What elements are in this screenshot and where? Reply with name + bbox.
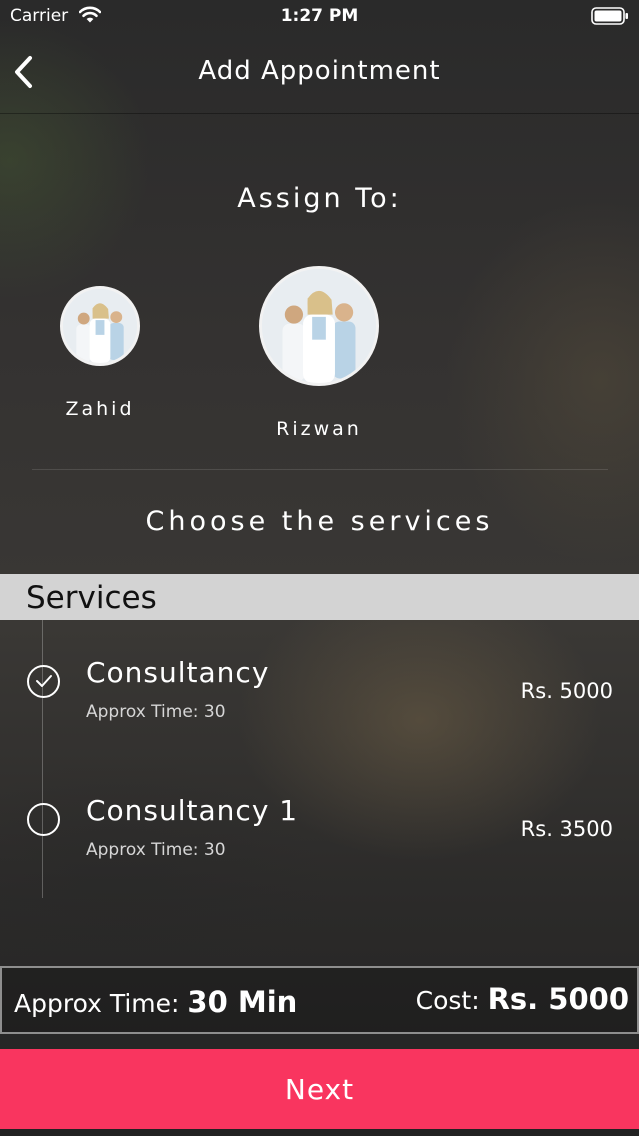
service-time: Approx Time: 30 [86,840,226,860]
service-name: Consultancy [86,656,270,689]
page-title: Add Appointment [198,56,441,86]
cost-summary: Cost: Rs. 5000 [416,982,629,1016]
staff-name: Zahid [65,398,135,420]
empty-circle-icon[interactable] [27,803,60,836]
divider [32,469,608,470]
approx-time-label: Approx Time: [14,989,180,1018]
service-item-consultancy[interactable]: Consultancy Approx Time: 30 Rs. 5000 [0,650,639,760]
service-price: Rs. 5000 [520,679,613,703]
avatar [259,266,379,386]
approx-time-value: 30 Min [187,985,298,1019]
service-item-consultancy-1[interactable]: Consultancy 1 Approx Time: 30 Rs. 3500 [0,788,639,898]
services-header-label: Services [26,580,157,616]
summary-bar: Approx Time: 30 Min Cost: Rs. 5000 [0,966,639,1034]
service-time: Approx Time: 30 [86,702,226,722]
status-bar: Carrier 1:27 PM [0,0,639,34]
status-time: 1:27 PM [280,6,359,26]
choose-services-heading: Choose the services [145,506,494,537]
avatar [60,286,140,366]
cost-label: Cost: [415,986,480,1015]
service-price: Rs. 3500 [520,817,613,841]
nav-bar: Add Appointment [0,34,639,114]
assign-heading: Assign To: [237,183,402,214]
check-circle-icon[interactable] [27,665,60,698]
approx-time-summary: Approx Time: 30 Min [14,985,297,1019]
service-name: Consultancy 1 [86,794,299,827]
next-button-label: Next [284,1072,355,1106]
bottom-strip [0,1129,639,1136]
staff-name: Rizwan [276,418,362,440]
next-button[interactable]: Next [0,1049,639,1129]
staff-option-zahid[interactable]: Zahid [30,286,170,420]
staff-option-rizwan[interactable]: Rizwan [248,266,390,440]
cost-value: Rs. 5000 [487,982,629,1016]
services-section-header: Services [0,574,639,620]
battery-icon [591,7,629,25]
